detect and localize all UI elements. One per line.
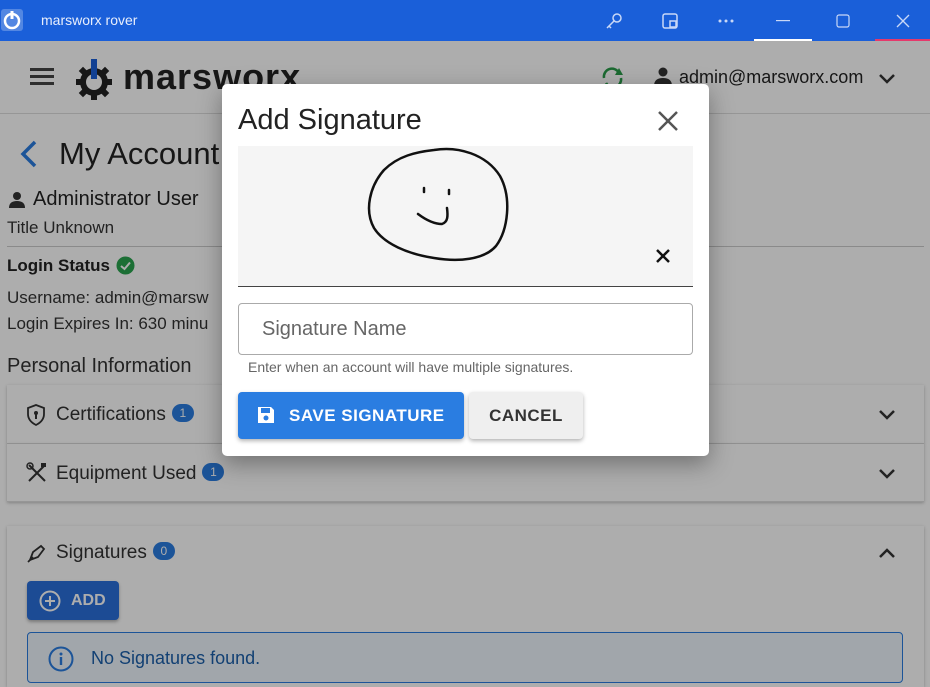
save-label: SAVE SIGNATURE <box>289 406 445 425</box>
cancel-label: CANCEL <box>489 406 563 425</box>
window-titlebar: marsworx rover <box>0 0 930 41</box>
signature-name-hint: Enter when an account will have multiple… <box>248 359 574 375</box>
add-signature-dialog: Add Signature Enter when an account will… <box>222 84 709 456</box>
close-icon[interactable] <box>653 106 683 136</box>
save-icon <box>256 405 276 430</box>
more-icon[interactable] <box>703 0 749 41</box>
cancel-button[interactable]: CANCEL <box>469 392 583 439</box>
app-logo-icon <box>0 8 24 32</box>
dialog-title: Add Signature <box>238 104 422 136</box>
clear-icon[interactable] <box>653 246 673 266</box>
minimize-icon[interactable] <box>760 0 806 41</box>
maximize-icon[interactable] <box>820 0 866 41</box>
close-window-icon[interactable] <box>880 0 926 41</box>
signature-name-input[interactable] <box>239 304 692 354</box>
save-signature-button[interactable]: SAVE SIGNATURE <box>238 392 464 439</box>
screen-cast-icon[interactable] <box>647 0 693 41</box>
window-title: marsworx rover <box>41 12 138 28</box>
signature-pad[interactable] <box>238 146 693 287</box>
signature-name-field[interactable] <box>238 303 693 355</box>
signature-drawing <box>367 147 509 262</box>
key-icon[interactable] <box>591 0 637 41</box>
